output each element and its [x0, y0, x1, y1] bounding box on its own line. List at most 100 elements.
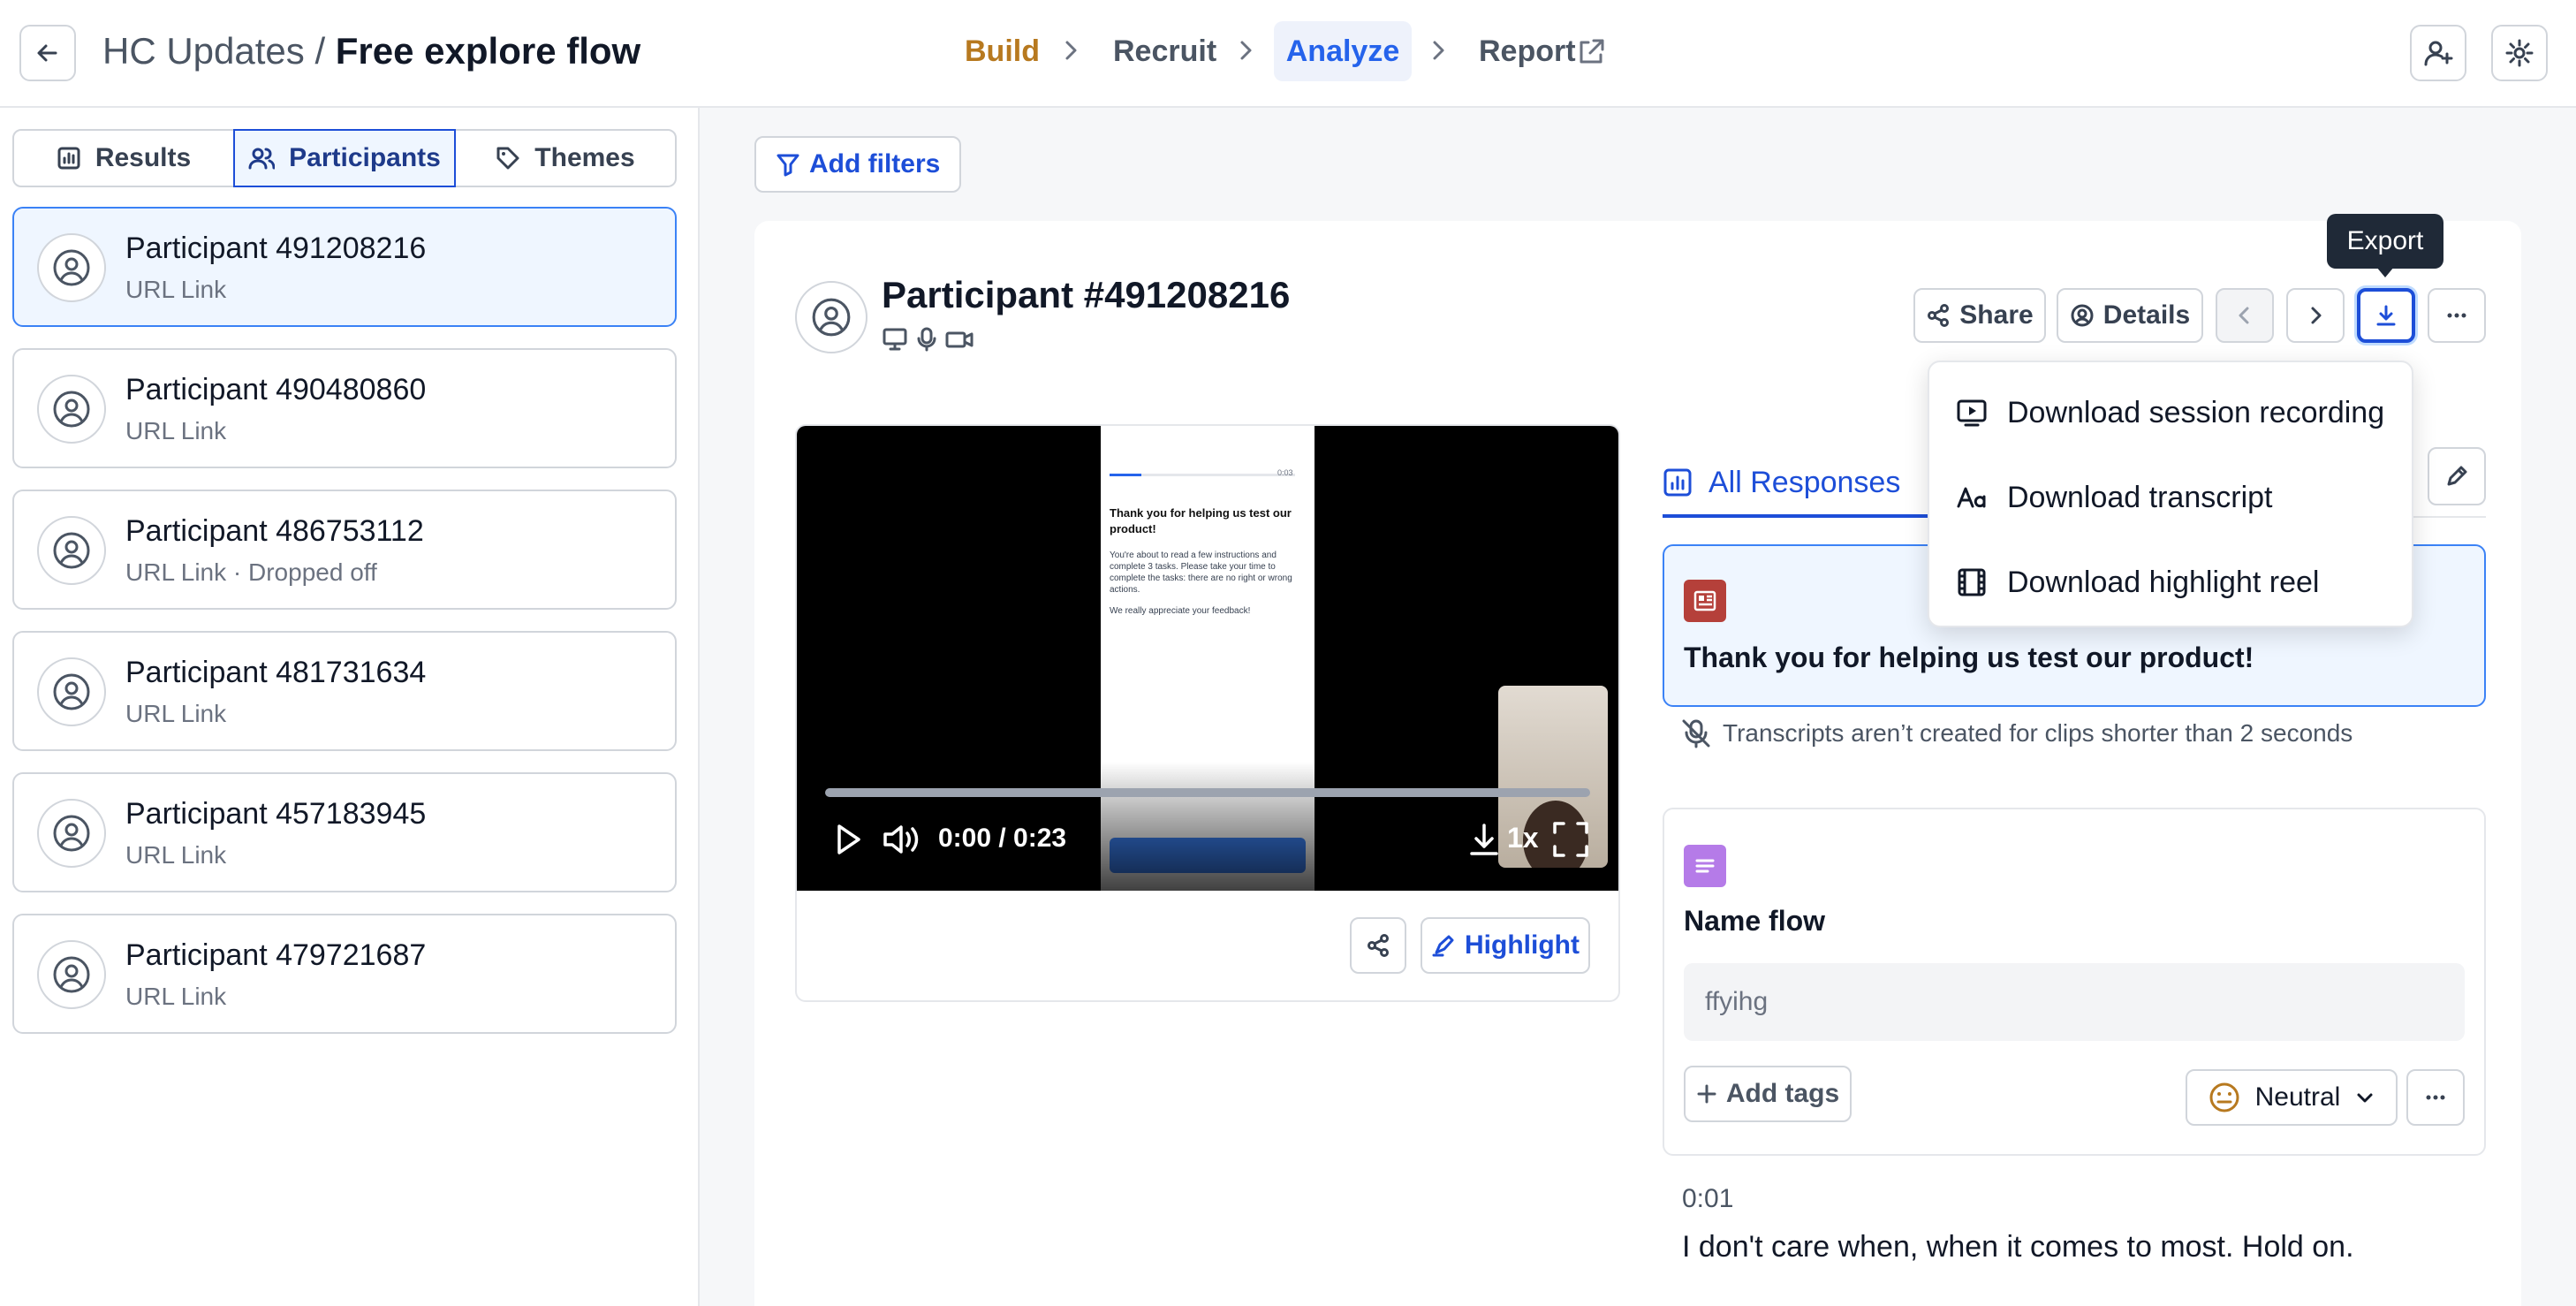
user-circle-icon	[53, 956, 90, 993]
transcript-note-text: Transcripts aren’t created for clips sho…	[1723, 719, 2353, 747]
step-report[interactable]: Report	[1479, 21, 1576, 81]
export-menu: Download session recording Download tran…	[1928, 361, 2413, 627]
video-player[interactable]: 0:03 Thank you for helping us test our p…	[797, 426, 1618, 891]
participant-source: URL Link	[125, 983, 227, 1010]
text-icon	[1957, 487, 1986, 508]
share-button[interactable]: Share	[1913, 288, 2046, 343]
highlighter-icon	[1432, 935, 1454, 957]
step-analyze[interactable]: Analyze	[1274, 21, 1412, 81]
participant-name: Participant 490480860	[125, 373, 427, 406]
share-label: Share	[1959, 300, 2034, 330]
user-circle-icon	[53, 391, 90, 428]
breadcrumb-separator: /	[314, 30, 326, 72]
tab-label: Results	[95, 143, 192, 172]
active-tab-indicator	[1663, 514, 1928, 518]
chevron-left-icon	[2239, 307, 2249, 324]
menu-item-label: Download highlight reel	[2007, 565, 2320, 599]
response-more-button[interactable]	[2406, 1069, 2465, 1126]
block-title: Thank you for helping us test our produc…	[1684, 642, 2254, 673]
breadcrumb: HC Updates / Free explore flow	[102, 27, 640, 76]
neutral-face-icon	[2209, 1082, 2239, 1112]
chevron-right-icon	[1240, 41, 1252, 60]
volume-icon[interactable]	[882, 820, 922, 859]
avatar	[37, 233, 106, 302]
participant-card[interactable]: Participant 457183945 URL Link	[12, 772, 677, 892]
details-button[interactable]: Details	[2057, 288, 2203, 343]
tab-label: Participants	[289, 143, 441, 172]
video-time: 0:00 / 0:23	[938, 824, 1067, 853]
participant-title: Participant #491208216	[882, 274, 1291, 315]
user-circle-icon	[812, 298, 851, 337]
participant-card[interactable]: Participant 491208216 URL Link	[12, 207, 677, 327]
tab-themes[interactable]: Themes	[456, 131, 675, 186]
next-participant-button[interactable]	[2286, 288, 2345, 343]
chevron-down-icon	[2357, 1093, 2373, 1103]
external-link-icon	[1580, 39, 1604, 64]
sentiment-value: Neutral	[2254, 1082, 2341, 1112]
user-circle-icon	[53, 249, 90, 286]
chevron-right-icon	[2311, 307, 2322, 324]
playback-speed[interactable]: 1x	[1507, 822, 1539, 854]
avatar	[795, 281, 868, 353]
user-circle-icon	[2071, 304, 2094, 327]
recording-types	[882, 327, 974, 352]
user-circle-icon	[53, 673, 90, 710]
previous-participant-button[interactable]	[2216, 288, 2274, 343]
mic-off-icon	[1682, 719, 1710, 748]
fullscreen-icon[interactable]	[1551, 820, 1590, 859]
participant-card[interactable]: Participant 490480860 URL Link	[12, 348, 677, 468]
menu-download-transcript[interactable]: Download transcript	[1956, 475, 2272, 520]
gear-icon	[2505, 39, 2534, 67]
main-area: Add filters Participant #491208216 Share…	[700, 108, 2576, 1306]
user-plus-icon	[2424, 41, 2453, 66]
response-answer: ffyihg	[1684, 963, 2465, 1041]
step-recruit[interactable]: Recruit	[1113, 21, 1216, 81]
menu-download-highlight-reel[interactable]: Download highlight reel	[1956, 560, 2319, 604]
play-icon[interactable]	[830, 820, 866, 859]
back-button[interactable]	[19, 25, 76, 81]
sentiment-select[interactable]: Neutral	[2186, 1069, 2398, 1126]
participant-source: URL Link	[125, 276, 227, 303]
tab-results[interactable]: Results	[14, 131, 233, 186]
share-icon	[1928, 304, 1950, 327]
arrow-left-icon	[37, 44, 57, 62]
share-clip-button[interactable]	[1350, 917, 1406, 974]
tab-participants[interactable]: Participants	[233, 129, 456, 187]
top-bar: HC Updates / Free explore flow Build Rec…	[0, 0, 2576, 108]
bar-chart-icon	[1663, 468, 1692, 497]
transcript-time: 0:01	[1682, 1184, 1734, 1213]
transcript-text: I don't care when, when it comes to most…	[1682, 1230, 2354, 1264]
highlight-button[interactable]: Highlight	[1421, 917, 1590, 974]
screen-body: You're about to read a few instructions …	[1110, 550, 1292, 595]
settings-button[interactable]	[2491, 25, 2548, 81]
more-options-button[interactable]	[2428, 288, 2486, 343]
participant-name: Participant 457183945	[125, 797, 427, 831]
details-label: Details	[2102, 300, 2191, 330]
avatar	[37, 940, 106, 1009]
more-horizontal-icon	[2426, 1095, 2445, 1100]
edit-button[interactable]	[2428, 447, 2486, 505]
participant-name: Participant 479721687	[125, 938, 427, 972]
project-name[interactable]: HC Updates	[102, 30, 305, 72]
export-button[interactable]	[2357, 288, 2415, 343]
tab-label: Themes	[534, 143, 635, 172]
video-icon	[1957, 399, 1987, 427]
menu-download-session-recording[interactable]: Download session recording	[1956, 391, 2384, 435]
participant-card[interactable]: Participant 486753112 URL Link · Dropped…	[12, 490, 677, 610]
add-filters-button[interactable]: Add filters	[754, 136, 962, 193]
tooltip-arrow	[2376, 267, 2394, 277]
avatar	[37, 799, 106, 868]
transcript-note: Transcripts aren’t created for clips sho…	[1680, 718, 2352, 749]
step-build[interactable]: Build	[965, 21, 1040, 81]
all-responses-label: All Responses	[1708, 465, 1901, 499]
participant-card[interactable]: Participant 479721687 URL Link	[12, 914, 677, 1034]
invite-user-button[interactable]	[2410, 25, 2466, 81]
participant-source: URL Link	[125, 417, 227, 444]
add-tags-button[interactable]: Add tags	[1684, 1066, 1852, 1122]
pencil-icon	[2447, 466, 2467, 486]
tab-all-responses[interactable]: All Responses	[1663, 449, 1900, 516]
participant-card[interactable]: Participant 481731634 URL Link	[12, 631, 677, 751]
screen-footer: We really appreciate your feedback!	[1110, 606, 1251, 616]
download-icon[interactable]	[1466, 820, 1502, 859]
seek-bar[interactable]	[825, 788, 1590, 797]
